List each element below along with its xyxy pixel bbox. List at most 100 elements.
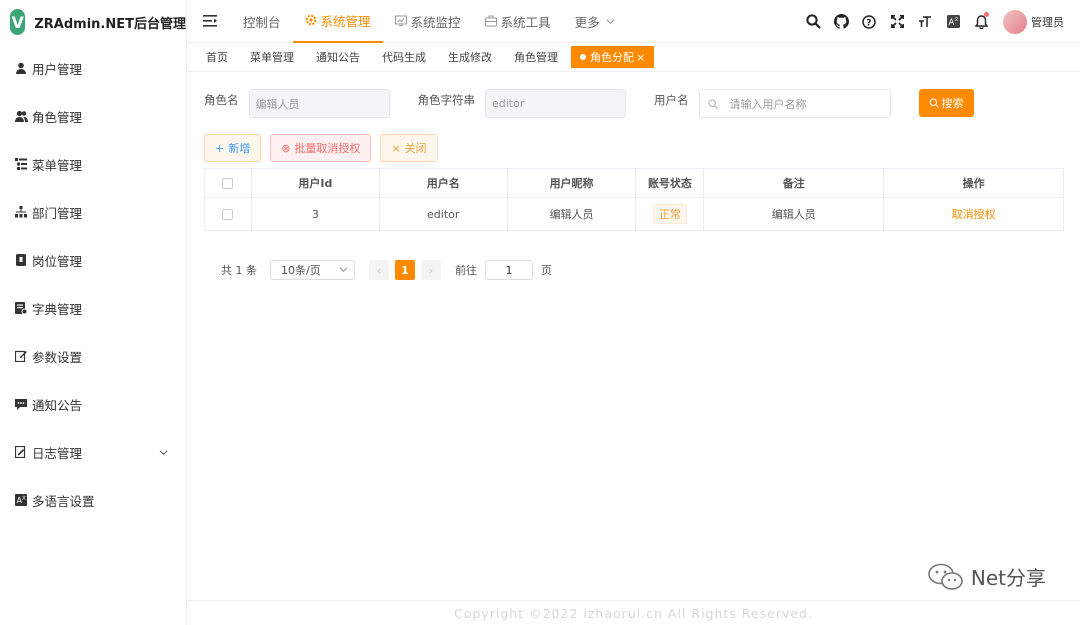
sitemap-icon bbox=[14, 205, 28, 219]
total-count: 共 1 条 bbox=[221, 264, 257, 277]
header-cell: 账号状态 bbox=[636, 169, 705, 198]
goto-page-input[interactable]: 1 bbox=[485, 260, 533, 280]
notification-dot bbox=[984, 12, 989, 17]
page-number-current[interactable]: 1 bbox=[395, 260, 415, 280]
table-row: 3 editor 编辑人员 正常 编辑人员 取消授权 bbox=[205, 198, 1064, 231]
role-key-label: 角色字符串 bbox=[417, 93, 476, 107]
row-checkbox[interactable] bbox=[222, 208, 234, 220]
gear-icon bbox=[305, 14, 317, 26]
username-cell: editor bbox=[379, 198, 508, 231]
tag-codegen[interactable]: 代码生成 bbox=[373, 46, 435, 68]
topnav-dashboard[interactable]: 控制台 bbox=[231, 0, 293, 43]
tag-gen-edit[interactable]: 生成修改 bbox=[439, 46, 501, 68]
header-tools: ? A文 管理员 bbox=[799, 0, 1064, 43]
role-name-label: 角色名 bbox=[204, 93, 239, 107]
post-icon bbox=[14, 253, 28, 267]
sidebar-item-dept[interactable]: 部门管理 bbox=[0, 188, 186, 236]
sidebar-item-label: 字典管理 bbox=[32, 301, 83, 317]
topnav-tools[interactable]: 系统工具 bbox=[473, 0, 563, 43]
status-cell: 正常 bbox=[636, 198, 705, 231]
tag-role[interactable]: 角色管理 bbox=[505, 46, 567, 68]
header-cell: 备注 bbox=[704, 169, 885, 198]
hamburger-icon[interactable] bbox=[191, 0, 231, 43]
role-key-field[interactable]: editor bbox=[485, 89, 626, 118]
toolbox-icon bbox=[484, 15, 497, 27]
app-title: ZRAdmin.NET后台管理 bbox=[34, 16, 186, 32]
sidebar-item-label: 多语言设置 bbox=[32, 493, 95, 509]
tag-home[interactable]: 首页 bbox=[197, 46, 237, 68]
batch-cancel-label: 批量取消授权 bbox=[294, 142, 361, 155]
font-size-icon[interactable] bbox=[911, 0, 939, 43]
tag-label: 菜单管理 bbox=[250, 51, 294, 64]
watermark: Net分享 bbox=[927, 562, 1046, 591]
close-button-label: 关闭 bbox=[404, 142, 427, 155]
bell-icon[interactable] bbox=[967, 0, 995, 43]
topnav-label: 系统管理 bbox=[320, 13, 371, 29]
header-cell: 用户Id bbox=[251, 169, 380, 198]
topnav-more[interactable]: 更多 bbox=[563, 0, 627, 43]
svg-text:文: 文 bbox=[954, 16, 958, 22]
tag-label: 角色管理 bbox=[514, 51, 558, 64]
sidebar-item-notice[interactable]: 通知公告 bbox=[0, 380, 186, 428]
username[interactable]: 管理员 bbox=[1031, 14, 1064, 30]
chevron-down-icon bbox=[606, 17, 615, 26]
svg-text:文: 文 bbox=[22, 494, 26, 500]
topnav-label: 系统工具 bbox=[500, 14, 551, 30]
sidebar-item-post[interactable]: 岗位管理 bbox=[0, 236, 186, 284]
page-size-value: 10条/页 bbox=[281, 264, 321, 277]
tag-label: 首页 bbox=[206, 51, 228, 64]
user-icon bbox=[14, 61, 28, 75]
language-icon[interactable]: A文 bbox=[939, 0, 967, 43]
sidebar-item-config[interactable]: 参数设置 bbox=[0, 332, 186, 380]
sidebar-item-menus[interactable]: 菜单管理 bbox=[0, 140, 186, 188]
add-button[interactable]: + 新增 bbox=[204, 134, 262, 162]
tag-menu[interactable]: 菜单管理 bbox=[241, 46, 303, 68]
message-icon bbox=[14, 397, 28, 411]
sidebar-item-language[interactable]: A文 多语言设置 bbox=[0, 476, 186, 524]
github-icon[interactable] bbox=[827, 0, 855, 43]
select-all-checkbox[interactable] bbox=[222, 177, 234, 189]
sidebar: V ZRAdmin.NET后台管理 用户管理 角色管理 菜单管理 部门管理 岗位… bbox=[0, 0, 187, 625]
search-icon[interactable] bbox=[799, 0, 827, 43]
users-icon bbox=[14, 109, 28, 123]
avatar[interactable] bbox=[1003, 9, 1027, 34]
prev-page-button[interactable]: ‹ bbox=[369, 260, 389, 280]
search-icon bbox=[707, 98, 718, 109]
svg-text:?: ? bbox=[866, 18, 871, 28]
role-name-field[interactable]: 编辑人员 bbox=[248, 89, 390, 118]
sidebar-item-label: 用户管理 bbox=[32, 61, 83, 77]
sidebar-item-dict[interactable]: 字典管理 bbox=[0, 284, 186, 332]
help-icon[interactable]: ? bbox=[855, 0, 883, 43]
topnav-system[interactable]: 系统管理 bbox=[292, 0, 383, 43]
sidebar-item-label: 菜单管理 bbox=[32, 157, 83, 173]
tag-role-assign[interactable]: 角色分配 × bbox=[571, 46, 655, 68]
page-size-select[interactable]: 10条/页 bbox=[270, 260, 355, 280]
search-button[interactable]: 搜索 bbox=[918, 89, 974, 117]
tag-notice[interactable]: 通知公告 bbox=[307, 46, 369, 68]
language-icon: A文 bbox=[14, 493, 28, 507]
tag-label: 生成修改 bbox=[448, 51, 492, 64]
sidebar-item-roles[interactable]: 角色管理 bbox=[0, 92, 186, 140]
batch-cancel-auth-button[interactable]: ⊗ 批量取消授权 bbox=[270, 134, 372, 162]
table-header: 用户Id 用户名 用户昵称 账号状态 备注 操作 bbox=[205, 169, 1064, 198]
close-button[interactable]: × 关闭 bbox=[380, 134, 438, 162]
topnav-monitor[interactable]: 系统监控 bbox=[383, 0, 473, 43]
tag-label: 通知公告 bbox=[316, 51, 360, 64]
sidebar-item-log[interactable]: 日志管理 bbox=[0, 428, 186, 476]
close-icon[interactable]: × bbox=[636, 51, 645, 64]
header-cell: 操作 bbox=[884, 169, 1064, 198]
logo[interactable]: V ZRAdmin.NET后台管理 bbox=[0, 0, 186, 44]
username-search-input[interactable]: 请输入用户名称 bbox=[698, 89, 891, 118]
watermark-text: Net分享 bbox=[970, 566, 1046, 590]
top-navbar: 控制台 系统管理 系统监控 系统工具 更多 ? A文 管理员 bbox=[187, 0, 1080, 43]
close-icon: × bbox=[391, 141, 401, 155]
plus-icon: + bbox=[215, 141, 225, 155]
username-placeholder: 请输入用户名称 bbox=[729, 97, 807, 111]
next-page-button[interactable]: › bbox=[421, 260, 441, 280]
fullscreen-icon[interactable] bbox=[883, 0, 911, 43]
chevron-down-icon[interactable] bbox=[159, 445, 168, 460]
sidebar-item-users[interactable]: 用户管理 bbox=[0, 44, 186, 92]
edit-icon bbox=[14, 349, 28, 363]
footer: Copyright ©2022 izhaorui.cn All Rights R… bbox=[187, 600, 1080, 625]
cancel-auth-link[interactable]: 取消授权 bbox=[952, 206, 996, 222]
